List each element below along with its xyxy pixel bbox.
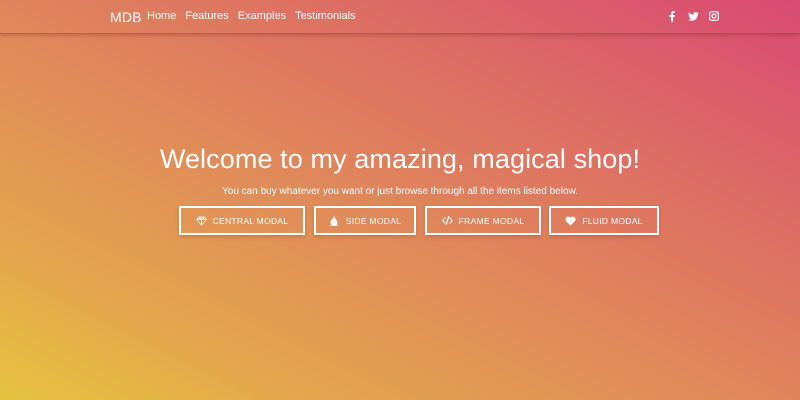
social-links (657, 10, 720, 22)
nav-link-home[interactable]: Home (147, 10, 176, 22)
instagram-icon[interactable] (708, 10, 720, 22)
hero-section: Welcome to my amazing, magical shop! You… (0, 144, 800, 197)
central-modal-button[interactable]: CENTRAL MODAL (179, 206, 305, 235)
navbar: MDB Home Features Examples Testimonials (0, 0, 800, 34)
side-modal-label: SIDE MODAL (345, 215, 402, 226)
code-icon (441, 215, 453, 226)
nav-link-testimonials[interactable]: Testimonials (295, 10, 356, 22)
fluid-modal-button[interactable]: FLUID MODAL (549, 206, 659, 235)
fluid-modal-label: FLUID MODAL (582, 215, 643, 226)
brand-logo[interactable]: MDB (110, 9, 142, 25)
droplet-icon (329, 215, 340, 226)
nav-link-examples[interactable]: Examples (238, 10, 286, 22)
heart-icon (565, 215, 576, 226)
frame-modal-button[interactable]: FRAME MODAL (425, 206, 541, 235)
hero-title: Welcome to my amazing, magical shop! (159, 144, 641, 174)
facebook-icon[interactable] (666, 10, 678, 22)
diamond-icon (195, 215, 207, 226)
side-modal-button[interactable]: SIDE MODAL (314, 206, 416, 235)
nav-link-features[interactable]: Features (185, 10, 228, 22)
gradient-background (0, 0, 800, 400)
central-modal-label: CENTRAL MODAL (212, 215, 289, 226)
hero-subtitle: You can buy whatever you want or just br… (222, 186, 578, 197)
nav-links: Home Features Examples Testimonials (147, 10, 365, 22)
twitter-icon[interactable] (687, 10, 699, 22)
frame-modal-label: FRAME MODAL (458, 215, 525, 226)
